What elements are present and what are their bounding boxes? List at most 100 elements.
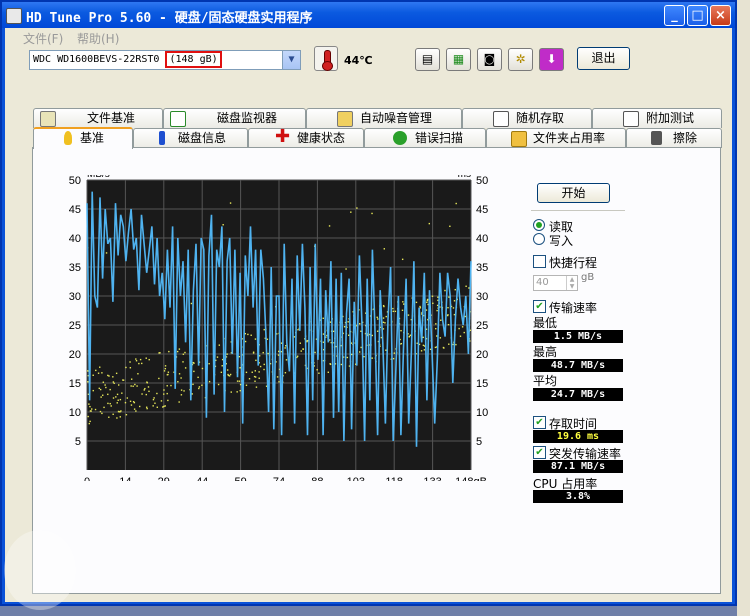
access-time-point bbox=[448, 343, 450, 345]
access-time-point bbox=[145, 393, 147, 396]
access-time-point bbox=[244, 340, 247, 343]
y-tick-label-left: 35 bbox=[69, 262, 81, 274]
access-time-point bbox=[92, 389, 94, 392]
access-time-point bbox=[253, 375, 256, 378]
access-time-point bbox=[153, 397, 155, 399]
burst-rate-checkbox[interactable]: ✔ bbox=[533, 446, 546, 459]
access-time-point bbox=[383, 248, 385, 250]
access-time-point bbox=[108, 416, 110, 418]
transfer-rate-checkbox[interactable]: ✔ bbox=[533, 300, 546, 313]
access-time-point bbox=[239, 389, 241, 392]
drive-select[interactable]: WDC WD1600BEVS-22RST0 (148 gB) ▼ bbox=[29, 50, 301, 70]
y-tick-label-right: 5 bbox=[476, 436, 482, 448]
access-time-point bbox=[166, 392, 168, 395]
access-time-point bbox=[135, 410, 137, 412]
spinner-arrows-icon[interactable]: ▲ ▼ bbox=[566, 276, 577, 290]
access-time-point bbox=[139, 358, 142, 361]
access-time-point bbox=[102, 394, 104, 396]
access-time-point bbox=[168, 350, 170, 353]
start-button[interactable]: 开始 bbox=[537, 183, 610, 203]
exit-button[interactable]: 退出 bbox=[577, 47, 630, 70]
copy-info-button[interactable]: ▤ bbox=[415, 48, 440, 71]
access-time-checkbox[interactable]: ✔ bbox=[533, 416, 546, 429]
access-time-point bbox=[126, 397, 129, 399]
short-stroke-label: 快捷行程 bbox=[549, 256, 598, 270]
temperature-button[interactable] bbox=[314, 46, 338, 71]
short-stroke-checkbox[interactable] bbox=[533, 255, 546, 268]
close-button[interactable]: × bbox=[710, 5, 731, 26]
tab-random-access[interactable]: 随机存取 bbox=[462, 108, 592, 128]
y-tick-label-left: 15 bbox=[69, 378, 81, 390]
access-time-point bbox=[348, 334, 350, 336]
access-time-point bbox=[236, 380, 239, 382]
maximize-button[interactable]: □ bbox=[687, 5, 708, 26]
screenshot-button[interactable]: ◙ bbox=[477, 48, 502, 71]
access-time-point bbox=[322, 317, 324, 319]
access-time-point bbox=[461, 326, 464, 328]
access-time-point bbox=[184, 351, 186, 354]
access-time-point bbox=[197, 376, 199, 379]
read-radio[interactable] bbox=[533, 219, 545, 231]
access-time-point bbox=[177, 380, 179, 383]
tab-aam[interactable]: 自动噪音管理 bbox=[306, 108, 462, 128]
tab-file-benchmark[interactable]: 文件基准 bbox=[33, 108, 163, 128]
access-time-point bbox=[158, 377, 160, 380]
tab-benchmark[interactable]: 基准 bbox=[33, 127, 133, 149]
write-radio[interactable] bbox=[533, 233, 545, 245]
copy-screen-button[interactable]: ▦ bbox=[446, 48, 471, 71]
access-time-point bbox=[278, 381, 280, 383]
y-tick-label-left: 25 bbox=[69, 320, 81, 332]
tab-disk-info[interactable]: 磁盘信息 bbox=[133, 128, 248, 148]
access-time-point bbox=[230, 391, 232, 393]
access-time-value: 19.6 ms bbox=[533, 430, 623, 443]
access-time-point bbox=[208, 380, 211, 383]
access-time-point bbox=[356, 207, 358, 209]
short-stroke-unit: gB bbox=[581, 272, 595, 283]
options-button[interactable]: ✲ bbox=[508, 48, 533, 71]
tab-label: 磁盘信息 bbox=[178, 131, 227, 145]
tab-health[interactable]: ✚ 健康状态 bbox=[248, 126, 364, 148]
access-time-point bbox=[130, 378, 133, 380]
access-time-point bbox=[415, 301, 418, 304]
random-access-icon bbox=[493, 111, 509, 127]
tab-disk-monitor[interactable]: 磁盘监视器 bbox=[163, 108, 306, 128]
access-time-point bbox=[137, 373, 139, 375]
y-tick-label-right: 40 bbox=[476, 233, 488, 245]
access-time-point bbox=[87, 415, 89, 418]
access-time-point bbox=[156, 392, 158, 395]
chevron-down-icon[interactable]: ▼ bbox=[282, 51, 300, 69]
tab-label: 文件基准 bbox=[87, 111, 136, 125]
access-time-point bbox=[318, 372, 320, 374]
tab-folder-usage[interactable]: 文件夹占用率 bbox=[486, 128, 626, 148]
tab-label: 基准 bbox=[80, 131, 105, 145]
access-time-point bbox=[216, 356, 219, 358]
access-time-point bbox=[116, 417, 118, 419]
tab-extra-tests[interactable]: 附加测试 bbox=[592, 108, 722, 128]
access-time-point bbox=[124, 401, 127, 404]
access-time-point bbox=[447, 314, 449, 316]
y-axis-label-right: ms bbox=[458, 175, 471, 180]
access-time-point bbox=[217, 383, 220, 386]
burst-rate-value: 87.1 MB/s bbox=[533, 460, 623, 473]
tab-error-scan[interactable]: 错误扫描 bbox=[364, 128, 486, 148]
save-button[interactable]: ⬇ bbox=[539, 48, 564, 71]
access-time-point bbox=[226, 353, 228, 355]
title-bar[interactable]: HD Tune Pro 5.60 - 硬盘/固态硬盘实用程序 _ □ × bbox=[2, 2, 735, 28]
x-tick-label: 103 bbox=[347, 476, 365, 481]
minimize-button[interactable]: _ bbox=[664, 5, 685, 26]
access-time-point bbox=[99, 366, 101, 368]
y-tick-label-left: 20 bbox=[69, 349, 81, 361]
tab-erase[interactable]: 擦除 bbox=[626, 128, 722, 148]
access-time-point bbox=[394, 310, 397, 313]
access-time-point bbox=[382, 317, 385, 319]
access-time-point bbox=[98, 387, 100, 390]
access-time-point bbox=[277, 354, 280, 356]
health-cross-icon: ✚ bbox=[275, 126, 291, 147]
access-time-point bbox=[255, 386, 258, 388]
access-time-point bbox=[358, 351, 361, 353]
access-time-point bbox=[116, 402, 118, 404]
access-time-point bbox=[146, 382, 148, 384]
access-time-point bbox=[201, 384, 203, 386]
short-stroke-spinner[interactable]: 40 ▲ ▼ bbox=[533, 275, 578, 291]
access-time-point bbox=[152, 405, 154, 407]
